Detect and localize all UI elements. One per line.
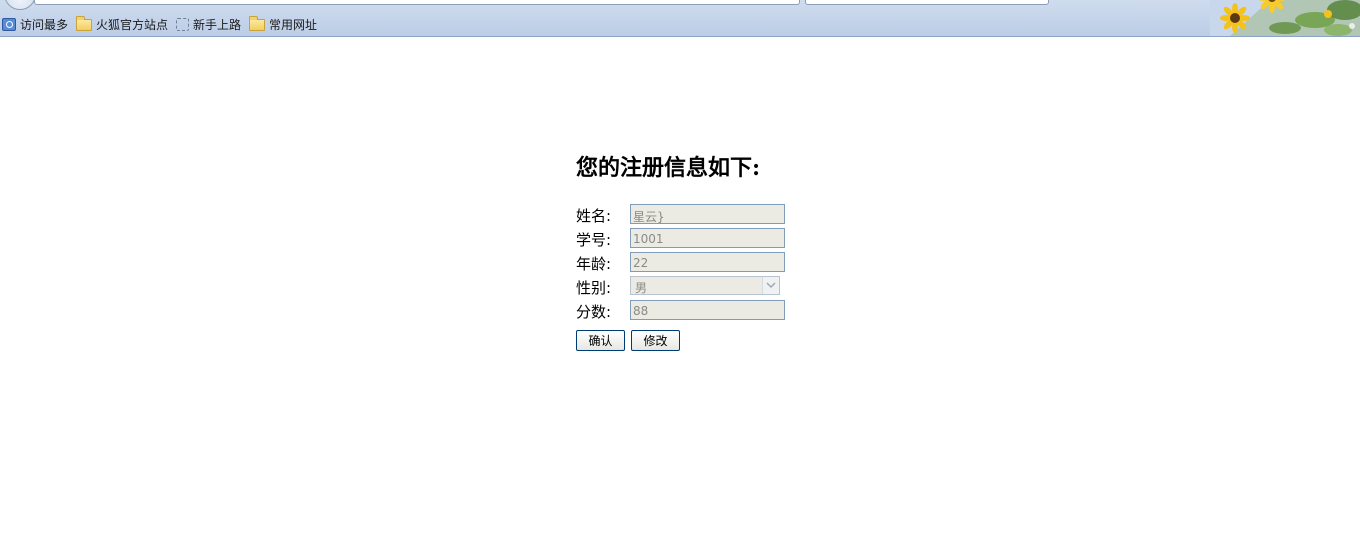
age-label: 年龄: xyxy=(576,255,612,273)
chevron-down-icon xyxy=(766,282,776,289)
bookmark-common-sites[interactable]: 常用网址 xyxy=(249,16,317,33)
bookmark-label: 火狐官方站点 xyxy=(96,17,169,32)
bookmark-label: 新手上路 xyxy=(193,17,242,32)
form-row-student-id: 学号: 1001 xyxy=(576,228,796,252)
form-row-gender: 性别: 男 xyxy=(576,276,796,300)
search-bar[interactable] xyxy=(805,0,1049,5)
folder-icon xyxy=(249,16,266,31)
folder-icon xyxy=(76,16,93,31)
page-title: 您的注册信息如下: xyxy=(576,155,761,181)
registration-info: 您的注册信息如下: 姓名: 星云} 学号: 1001 年龄: 22 性别: 男 xyxy=(576,152,785,351)
form-row-age: 年龄: 22 xyxy=(576,252,796,276)
score-label: 分数: xyxy=(576,303,612,321)
bookmarks-bar: 访问最多 火狐官方站点 新手上路 常用网址 xyxy=(2,14,325,34)
dropdown-button[interactable] xyxy=(762,277,779,294)
address-bar[interactable] xyxy=(34,0,800,5)
bookmark-label: 常用网址 xyxy=(269,17,318,32)
modify-button[interactable]: 修改 xyxy=(631,330,680,351)
name-label: 姓名: xyxy=(576,207,612,225)
gender-select[interactable]: 男 xyxy=(630,276,780,295)
age-field[interactable]: 22 xyxy=(630,252,785,272)
bookmark-getting-started[interactable]: 新手上路 xyxy=(176,16,241,33)
student-id-label: 学号: xyxy=(576,231,612,249)
name-field[interactable]: 星云} xyxy=(630,204,785,224)
confirm-button[interactable]: 确认 xyxy=(576,330,625,351)
form-row-score: 分数: 88 xyxy=(576,300,796,324)
gender-select-value: 男 xyxy=(635,281,648,295)
browser-toolbar: 访问最多 火狐官方站点 新手上路 常用网址 xyxy=(0,0,1360,37)
student-id-field[interactable]: 1001 xyxy=(630,228,785,248)
dashed-box-icon xyxy=(176,17,190,31)
bookmark-label: 访问最多 xyxy=(20,17,69,32)
bookmark-most-visited[interactable]: 访问最多 xyxy=(2,16,68,33)
most-visited-icon xyxy=(2,17,16,31)
back-button[interactable] xyxy=(4,0,36,10)
form-row-name: 姓名: 星云} xyxy=(576,204,796,228)
bookmark-firefox-official[interactable]: 火狐官方站点 xyxy=(76,16,168,33)
button-group: 确认 修改 xyxy=(576,330,686,351)
theme-decoration xyxy=(1210,0,1360,36)
score-field[interactable]: 88 xyxy=(630,300,785,320)
gender-label: 性别: xyxy=(576,279,612,297)
info-form: 姓名: 星云} 学号: 1001 年龄: 22 性别: 男 分数: 88 确认 … xyxy=(576,204,796,351)
